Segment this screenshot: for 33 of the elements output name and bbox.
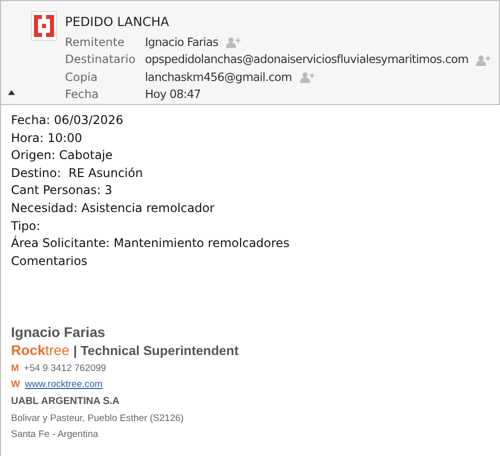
website-link[interactable]: www.rocktree.com (24, 377, 103, 394)
body-line: Tipo: (11, 218, 42, 235)
field-value: Ignacio Farias (145, 34, 218, 51)
field-label: Copia (65, 68, 99, 86)
body-line: Comentarios (11, 252, 88, 270)
add-contact-icon[interactable] (226, 37, 242, 48)
body-line: Hora: 10:00 (11, 130, 84, 147)
brand-name: Rocktree (11, 341, 70, 360)
body-line: Cant Personas: 3 (11, 182, 114, 200)
app-logo-icon (33, 14, 55, 38)
add-contact-icon[interactable] (300, 72, 316, 83)
body-line: Necesidad: Asistencia remolcador (11, 200, 216, 217)
field-label: Remitente (65, 34, 126, 51)
body-line: Fecha: 06/03/2026 (11, 112, 124, 129)
body-line: Área Solicitante: Mantenimiento remolcadores (11, 235, 290, 252)
field-value: opspedidolanchas@adonaiserviciosfluvialesymaritimos.com (145, 51, 468, 68)
field-label: Destinatario (65, 51, 136, 68)
job-title: | Technical Superintendent (73, 342, 239, 360)
field-value: lanchaskm456@gmail.com (145, 68, 292, 86)
signature-name: Ignacio Farias (11, 324, 106, 340)
contact-label: M (11, 362, 19, 376)
address-line: Santa Fe - Argentina (11, 428, 100, 442)
add-contact-icon[interactable] (476, 54, 492, 66)
company-name: UABL ARGENTINA S.A (11, 395, 121, 410)
message-subject: PEDIDO LANCHA (65, 13, 170, 31)
body-line: Destino: RE Asunción (11, 164, 144, 182)
field-value: Hoy 08:47 (145, 86, 201, 104)
contact-label: W (11, 378, 20, 392)
field-label: Fecha (65, 86, 100, 104)
phone-number: +54 9 3412 762099 (24, 362, 106, 376)
collapse-icon[interactable] (8, 90, 15, 95)
address-line: Bolivar y Pasteur, Pueblo Esther (S2126) (11, 412, 185, 426)
body-line: Origen: Cabotaje (11, 147, 114, 164)
